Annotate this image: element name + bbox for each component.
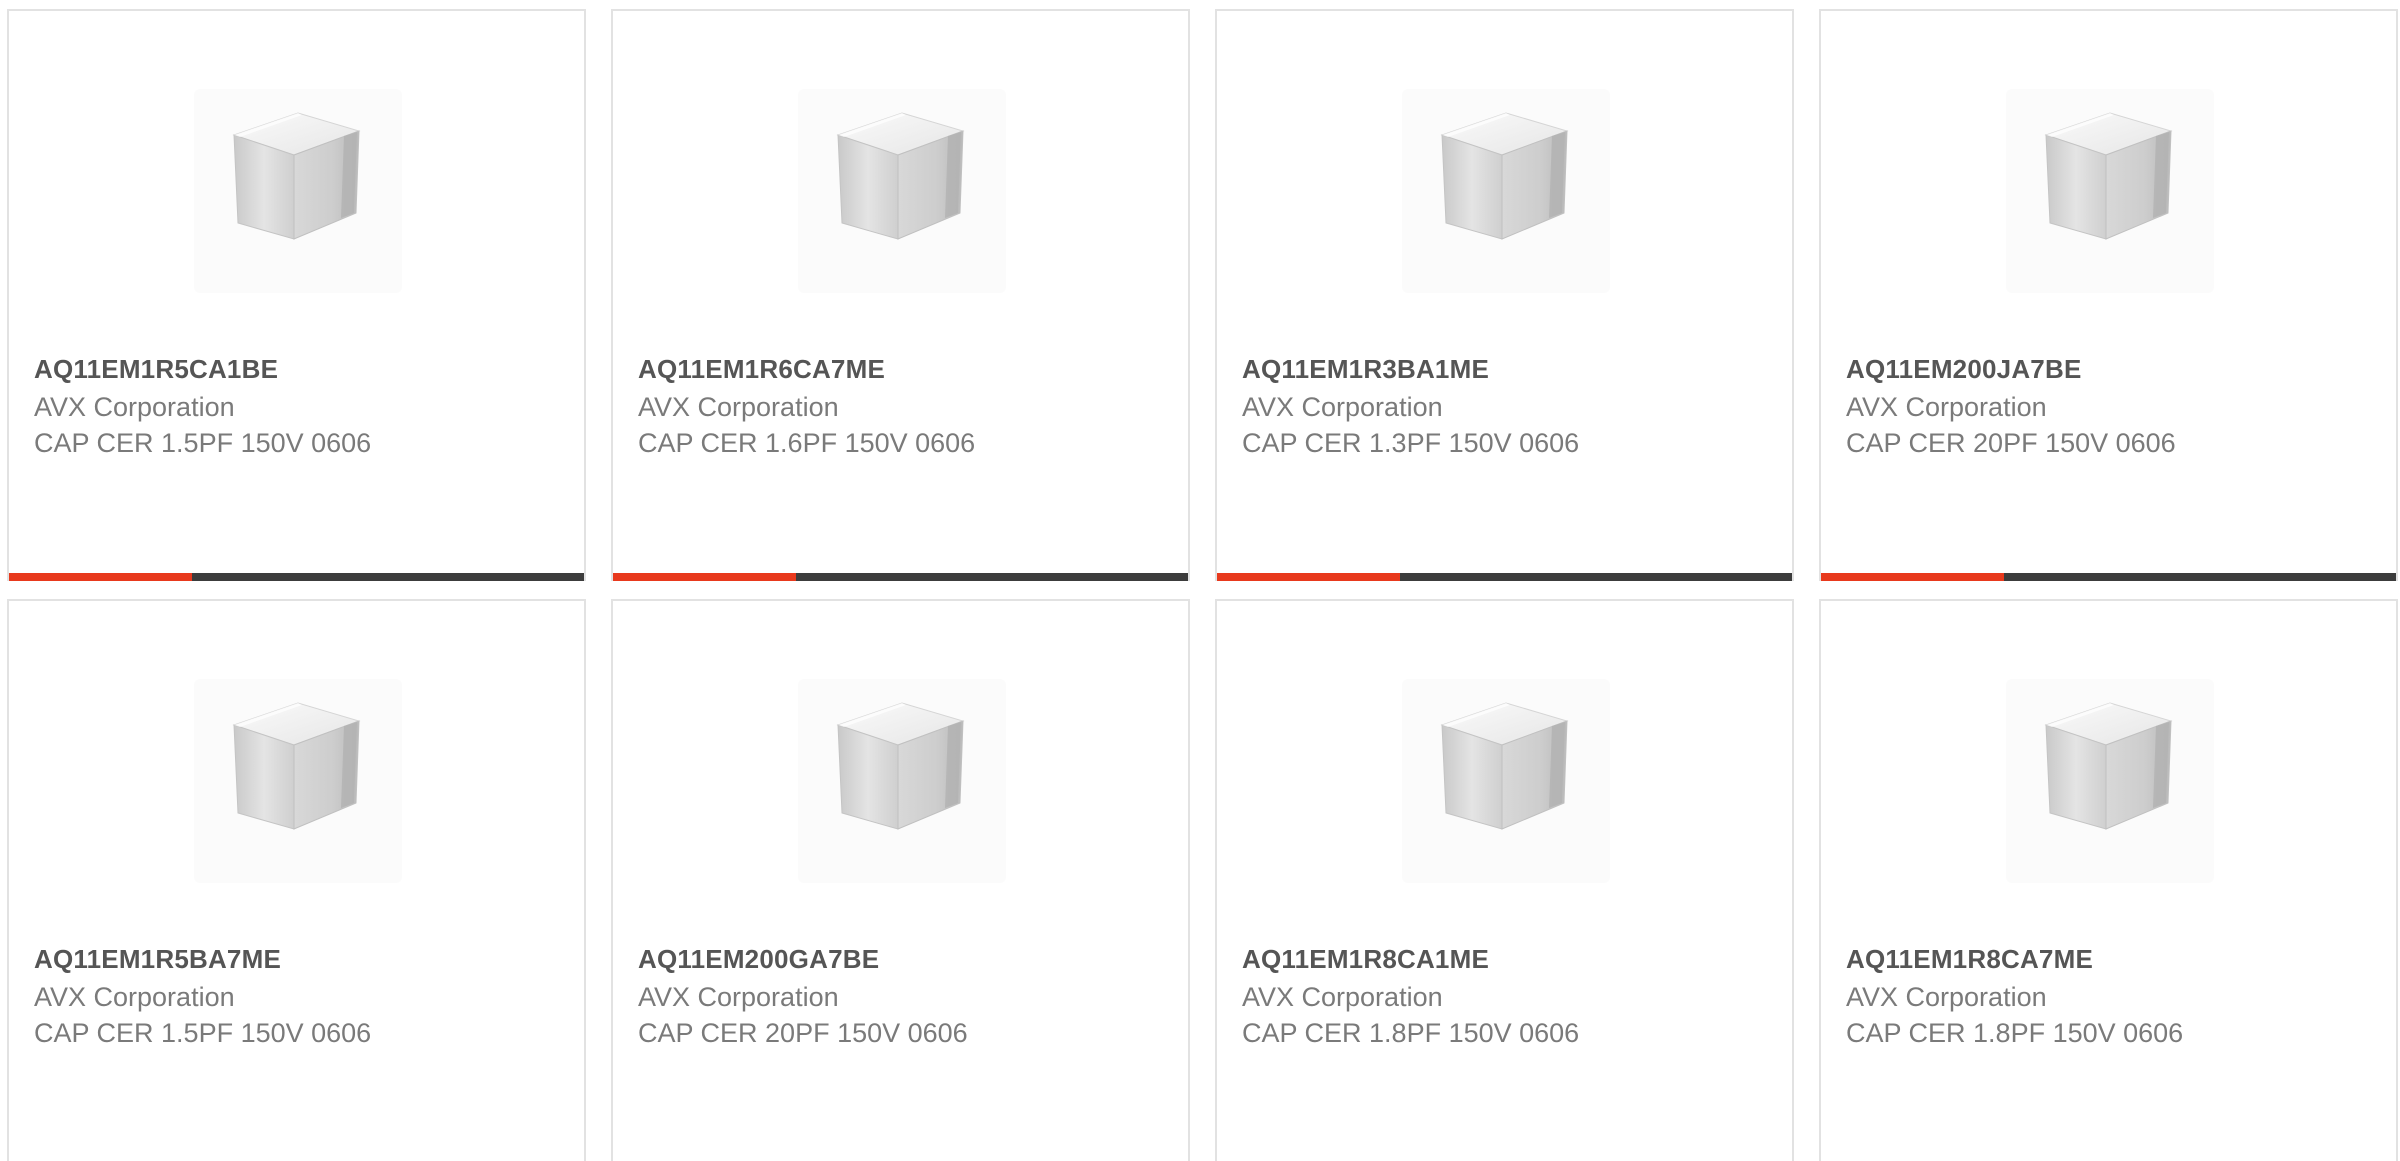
manufacturer-name: AVX Corporation <box>1846 392 2047 422</box>
part-number[interactable]: AQ11EM1R8CA7ME <box>1846 944 2093 975</box>
product-card[interactable]: AQ11EM1R6CA7ME AVX Corporation CAP CER 1… <box>611 9 1190 581</box>
part-number[interactable]: AQ11EM1R5BA7ME <box>34 944 281 975</box>
product-card[interactable]: AQ11EM1R8CA1ME AVX Corporation CAP CER 1… <box>1215 599 1794 1161</box>
product-grid: AQ11EM1R5CA1BE AVX Corporation CAP CER 1… <box>0 0 2400 1161</box>
manufacturer-name: AVX Corporation <box>34 392 235 422</box>
capacitor-chip-icon[interactable] <box>798 89 1006 293</box>
product-description: CAP CER 20PF 150V 0606 <box>638 1018 968 1048</box>
product-description: CAP CER 1.5PF 150V 0606 <box>34 428 372 458</box>
product-card[interactable]: AQ11EM1R3BA1ME AVX Corporation CAP CER 1… <box>1215 9 1794 581</box>
manufacturer-name: AVX Corporation <box>1846 982 2047 1012</box>
card-bar-accent <box>1821 573 2004 581</box>
part-number[interactable]: AQ11EM200JA7BE <box>1846 354 2081 385</box>
card-bottom-bar <box>9 573 584 581</box>
product-card[interactable]: AQ11EM1R5BA7ME AVX Corporation CAP CER 1… <box>7 599 586 1161</box>
capacitor-chip-icon[interactable] <box>1402 679 1610 883</box>
card-bottom-bar <box>1217 573 1792 581</box>
product-card[interactable]: AQ11EM1R8CA7ME AVX Corporation CAP CER 1… <box>1819 599 2398 1161</box>
card-bar-accent <box>613 573 796 581</box>
product-card[interactable]: AQ11EM200JA7BE AVX Corporation CAP CER 2… <box>1819 9 2398 581</box>
part-number[interactable]: AQ11EM1R5CA1BE <box>34 354 278 385</box>
part-number[interactable]: AQ11EM1R8CA1ME <box>1242 944 1489 975</box>
card-bottom-bar <box>613 573 1188 581</box>
capacitor-chip-icon[interactable] <box>194 679 402 883</box>
part-number[interactable]: AQ11EM1R3BA1ME <box>1242 354 1489 385</box>
product-description: CAP CER 1.8PF 150V 0606 <box>1846 1018 2184 1048</box>
product-description: CAP CER 1.8PF 150V 0606 <box>1242 1018 1580 1048</box>
card-bar-accent <box>1217 573 1400 581</box>
product-description: CAP CER 1.3PF 150V 0606 <box>1242 428 1580 458</box>
part-number[interactable]: AQ11EM200GA7BE <box>638 944 879 975</box>
card-bottom-bar <box>1821 573 2396 581</box>
capacitor-chip-icon[interactable] <box>798 679 1006 883</box>
product-card[interactable]: AQ11EM1R5CA1BE AVX Corporation CAP CER 1… <box>7 9 586 581</box>
manufacturer-name: AVX Corporation <box>638 982 839 1012</box>
product-card[interactable]: AQ11EM200GA7BE AVX Corporation CAP CER 2… <box>611 599 1190 1161</box>
product-description: CAP CER 1.6PF 150V 0606 <box>638 428 976 458</box>
capacitor-chip-icon[interactable] <box>2006 679 2214 883</box>
manufacturer-name: AVX Corporation <box>34 982 235 1012</box>
manufacturer-name: AVX Corporation <box>1242 392 1443 422</box>
manufacturer-name: AVX Corporation <box>1242 982 1443 1012</box>
product-description: CAP CER 1.5PF 150V 0606 <box>34 1018 372 1048</box>
capacitor-chip-icon[interactable] <box>2006 89 2214 293</box>
capacitor-chip-icon[interactable] <box>1402 89 1610 293</box>
card-bar-accent <box>9 573 192 581</box>
manufacturer-name: AVX Corporation <box>638 392 839 422</box>
capacitor-chip-icon[interactable] <box>194 89 402 293</box>
product-description: CAP CER 20PF 150V 0606 <box>1846 428 2176 458</box>
part-number[interactable]: AQ11EM1R6CA7ME <box>638 354 885 385</box>
